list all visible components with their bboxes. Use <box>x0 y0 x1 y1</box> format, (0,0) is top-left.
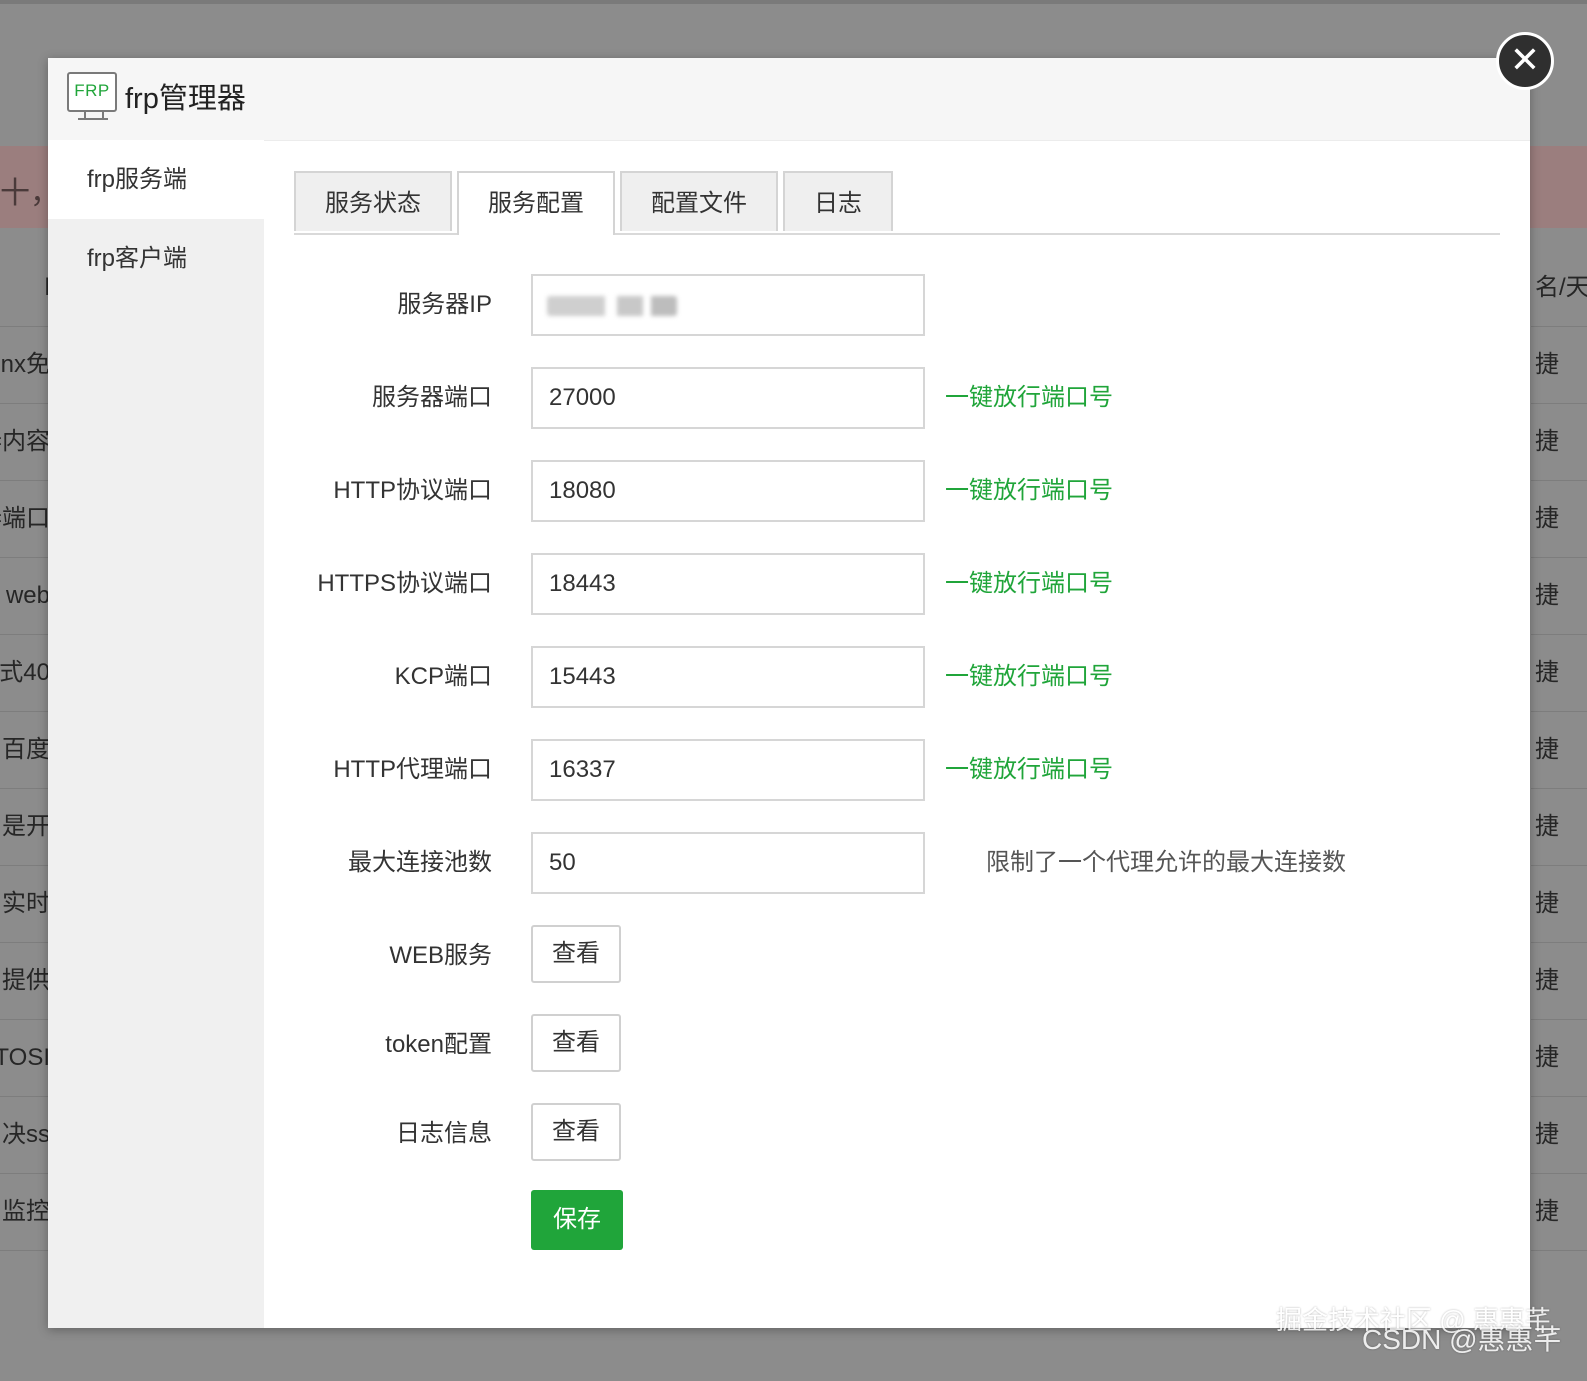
max-pool-hint: 限制了一个代理允许的最大连接数 <box>986 849 1346 876</box>
log-info-view-button[interactable]: 查看 <box>531 1103 621 1161</box>
background-row: 式40 <box>0 635 50 712</box>
server-ip-label: 服务器IP <box>397 291 492 318</box>
open-https-port-link[interactable]: 一键放行端口号 <box>945 553 1113 615</box>
token-config-view-button[interactable]: 查看 <box>531 1014 621 1072</box>
dialog-header: FRP frp管理器 <box>48 58 1530 141</box>
server-ip-input[interactable] <box>531 274 925 336</box>
http-port-label: HTTP协议端口 <box>333 477 492 504</box>
background-row: 捷 <box>1531 1097 1587 1174</box>
background-row: 实时 <box>0 866 50 943</box>
background-row: =内容 <box>0 404 50 481</box>
background-row: TOSI <box>0 1020 50 1097</box>
background-row: =端口 <box>0 481 50 558</box>
save-button[interactable]: 保存 <box>531 1190 623 1250</box>
http-proxy-port-label: HTTP代理端口 <box>333 756 492 783</box>
background-row: web <box>0 558 50 635</box>
https-port-label: HTTPS协议端口 <box>317 570 492 597</box>
background-row: 百度 <box>0 712 50 789</box>
close-icon[interactable]: ✕ <box>1496 32 1554 90</box>
csdn-watermark: CSDN @惠惠芊 <box>1362 1324 1562 1355</box>
background-row: nx免 <box>0 327 50 404</box>
background-row: 捷 <box>1531 558 1587 635</box>
background-row: 提供 <box>0 943 50 1020</box>
open-http-proxy-port-link[interactable]: 一键放行端口号 <box>945 739 1113 801</box>
kcp-port-input[interactable]: 15443 <box>531 646 925 708</box>
background-row: 捷 <box>1531 789 1587 866</box>
background-left-list: l nx免 =内容 =端口 web 式40 百度 是开 实时 提供 TOSI 决… <box>0 250 50 1251</box>
tab-logs[interactable]: 日志 <box>783 171 893 231</box>
max-pool-label: 最大连接池数 <box>348 849 492 876</box>
frp-manager-dialog: FRP frp管理器 frp服务端 frp客户端 服务状态 服务配置 配置文件 … <box>48 58 1530 1328</box>
open-http-port-link[interactable]: 一键放行端口号 <box>945 460 1113 522</box>
tab-service-config[interactable]: 服务配置 <box>457 171 615 235</box>
web-service-view-button[interactable]: 查看 <box>531 925 621 983</box>
frp-monitor-icon: FRP <box>67 72 117 112</box>
background-row: 捷 <box>1531 1174 1587 1251</box>
max-pool-input[interactable]: 50 <box>531 832 925 894</box>
http-proxy-port-input[interactable]: 16337 <box>531 739 925 801</box>
log-info-label: 日志信息 <box>396 1120 492 1147</box>
dialog-title: frp管理器 <box>125 83 246 115</box>
token-config-label: token配置 <box>385 1031 492 1058</box>
http-port-input[interactable]: 18080 <box>531 460 925 522</box>
background-row: 捷 <box>1531 635 1587 712</box>
server-port-label: 服务器端口 <box>372 384 492 411</box>
sidebar-item-label: frp客户端 <box>87 245 188 272</box>
sidebar-item-label: frp服务端 <box>87 166 188 193</box>
web-service-label: WEB服务 <box>389 942 492 969</box>
background-row: 捷 <box>1531 404 1587 481</box>
background-row: 捷 <box>1531 327 1587 404</box>
background-row: 捷 <box>1531 712 1587 789</box>
background-row: l <box>0 250 50 327</box>
background-row: 监控 <box>0 1174 50 1251</box>
background-row: 决ss <box>0 1097 50 1174</box>
open-kcp-port-link[interactable]: 一键放行端口号 <box>945 646 1113 708</box>
background-right-list: 名/天 捷 捷 捷 捷 捷 捷 捷 捷 捷 捷 捷 捷 <box>1531 250 1587 1251</box>
sidebar-item-frp-server[interactable]: frp服务端 <box>48 140 264 219</box>
tab-bar: 服务状态 服务配置 配置文件 日志 <box>294 171 1500 235</box>
background-row: 捷 <box>1531 1020 1587 1097</box>
tab-config-file[interactable]: 配置文件 <box>620 171 778 231</box>
background-row: 捷 <box>1531 481 1587 558</box>
background-row: 是开 <box>0 789 50 866</box>
server-port-input[interactable]: 27000 <box>531 367 925 429</box>
open-server-port-link[interactable]: 一键放行端口号 <box>945 367 1113 429</box>
tab-service-status[interactable]: 服务状态 <box>294 171 452 231</box>
background-row: 名/天 <box>1531 250 1587 327</box>
background-row: 捷 <box>1531 866 1587 943</box>
redacted-ip <box>547 296 677 316</box>
https-port-input[interactable]: 18443 <box>531 553 925 615</box>
background-row: 捷 <box>1531 943 1587 1020</box>
kcp-port-label: KCP端口 <box>394 663 492 690</box>
monitor-base-icon <box>78 118 108 120</box>
background-topbar <box>0 0 1587 4</box>
